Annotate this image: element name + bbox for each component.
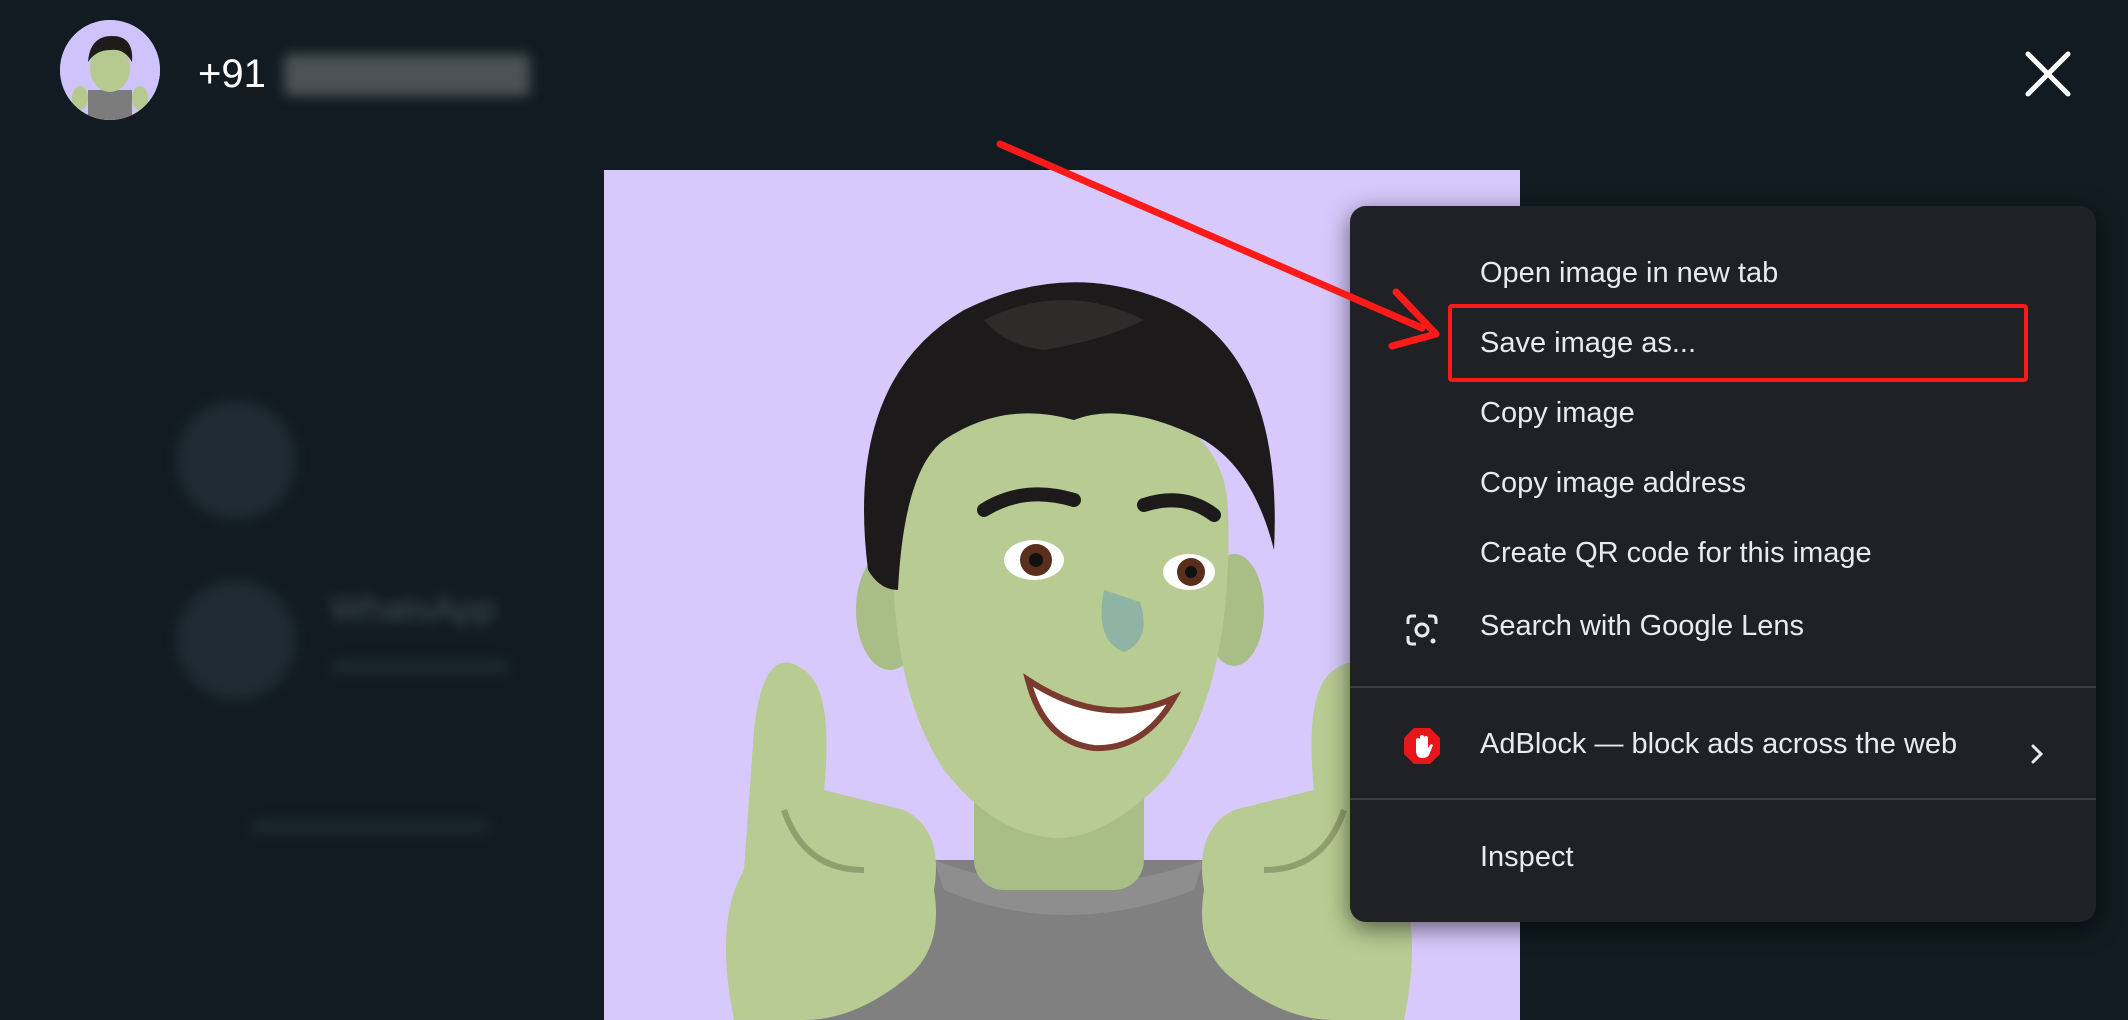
blurred-background: WhatsApp [0,140,600,1020]
close-button[interactable] [2018,44,2078,104]
menu-item-label: AdBlock — block ads across the web [1480,728,1958,760]
contact-phone-number: +91 [198,52,266,96]
menu-item-label: Inspect [1480,841,1574,873]
menu-item-create-qr-code[interactable]: Create QR code for this image [1350,522,2096,584]
blurred-avatar [176,400,296,520]
blurred-avatar [176,580,296,700]
menu-item-copy-image-address[interactable]: Copy image address [1350,452,2096,514]
menu-item-label: Search with Google Lens [1480,610,1805,642]
google-lens-icon [1404,608,1440,646]
annotation-highlight-box [1448,304,2028,382]
menu-item-copy-image[interactable]: Copy image [1350,382,2096,444]
contact-avatar[interactable] [60,20,160,120]
menu-item-label: Copy image address [1480,467,1746,499]
chevron-right-icon [2022,729,2052,764]
menu-item-adblock[interactable]: AdBlock — block ads across the web [1350,713,2096,775]
menu-item-label: Create QR code for this image [1480,537,1872,569]
menu-separator [1350,798,2096,800]
blurred-bar [250,820,490,834]
menu-item-inspect[interactable]: Inspect [1350,826,2096,888]
menu-separator [1350,686,2096,688]
image-viewer: WhatsApp +91 Open image in new tab Save … [0,0,2128,1020]
adblock-icon [1404,726,1440,764]
menu-item-search-google-lens[interactable]: Search with Google Lens [1350,595,2096,657]
menu-item-label: Open image in new tab [1480,257,1779,289]
blurred-text: WhatsApp [330,588,497,629]
menu-item-open-image-new-tab[interactable]: Open image in new tab [1350,242,2096,304]
close-icon [2025,51,2071,97]
redacted-phone-digits [284,54,530,96]
blurred-bar [330,660,510,674]
menu-item-label: Copy image [1480,397,1635,429]
